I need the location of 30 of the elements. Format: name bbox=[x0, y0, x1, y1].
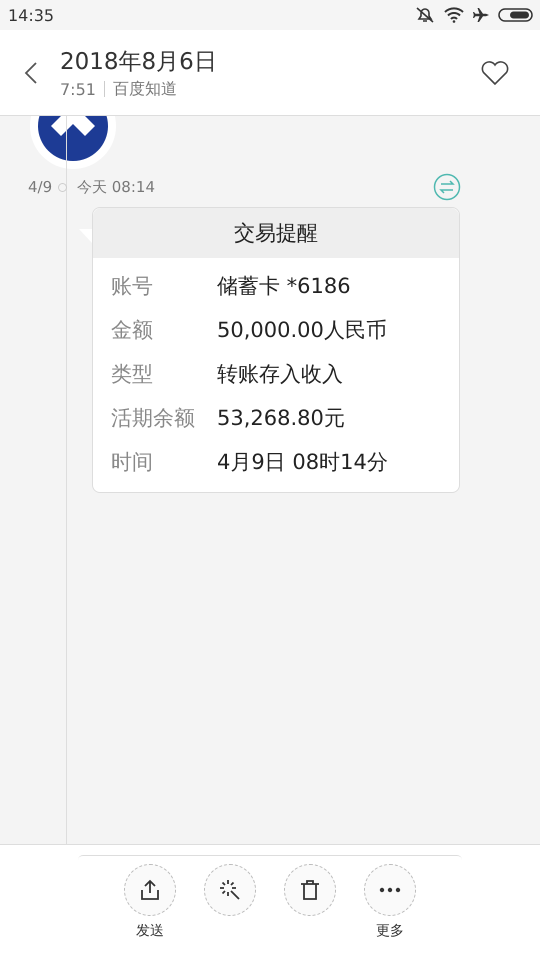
field-label: 金额 bbox=[111, 317, 154, 344]
photo-date: 2018年8月6日 bbox=[60, 48, 218, 76]
field-value: 53,268.80元 bbox=[217, 405, 345, 432]
timeline-dot-icon bbox=[58, 182, 67, 192]
photo-source: 百度知道 bbox=[112, 78, 177, 100]
more-icon bbox=[379, 887, 401, 893]
magic-wand-icon bbox=[219, 879, 241, 901]
field-value: 4月9日 08时14分 bbox=[217, 449, 388, 476]
share-icon bbox=[139, 879, 161, 901]
message-counter: 4/9 bbox=[28, 178, 54, 196]
field-value: 转账存入收入 bbox=[217, 361, 343, 388]
message-timestamp: 今天 08:14 bbox=[77, 178, 156, 196]
mute-icon bbox=[414, 6, 436, 24]
tool-label: 更多 bbox=[376, 922, 404, 940]
field-label: 类型 bbox=[111, 361, 154, 388]
field-label: 活期余额 bbox=[111, 405, 196, 432]
airplane-icon bbox=[472, 6, 490, 24]
trash-icon bbox=[299, 879, 321, 901]
field-value: 50,000.00人民币 bbox=[217, 317, 387, 344]
heart-icon[interactable] bbox=[480, 60, 510, 86]
tool-label: 发送 bbox=[136, 922, 164, 940]
card-title: 交易提醒 bbox=[93, 208, 459, 258]
wifi-icon bbox=[444, 7, 464, 23]
field-value: 储蓄卡 *6186 bbox=[217, 273, 351, 300]
status-time: 14:35 bbox=[8, 6, 54, 24]
back-icon[interactable] bbox=[24, 60, 38, 84]
field-label: 账号 bbox=[111, 273, 154, 300]
photo-time: 7:51 bbox=[60, 80, 96, 98]
battery-icon bbox=[498, 7, 534, 23]
field-label: 时间 bbox=[111, 449, 154, 476]
